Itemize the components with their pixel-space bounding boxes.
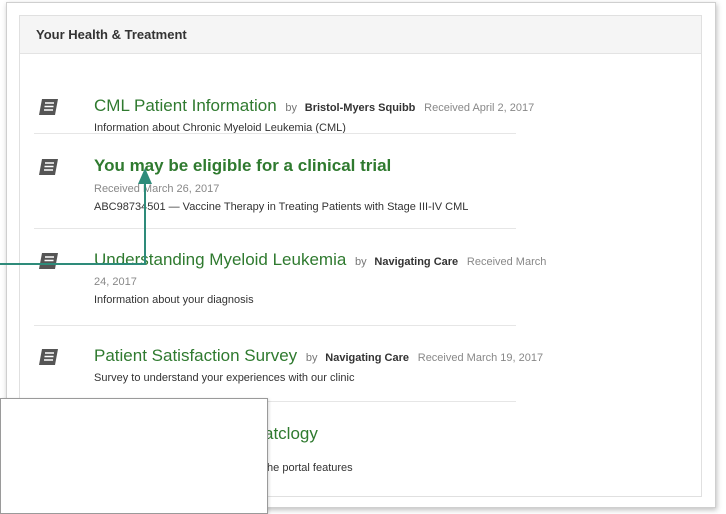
received-date: Received April 2, 2017	[424, 102, 535, 114]
item-title-link[interactable]: You may be eligible for a clinical trial	[94, 156, 391, 176]
item-description: Survey to understand your experiences wi…	[94, 372, 355, 384]
by-label: by	[285, 102, 298, 114]
divider	[34, 325, 516, 326]
item-description: Information about your diagnosis	[94, 294, 254, 306]
received-date: Received March	[466, 256, 547, 268]
item-description-partial: the portal features	[264, 462, 353, 474]
item-title-link[interactable]: Understanding Myeloid Leukemia by Naviga…	[94, 250, 546, 270]
received-date: Received March 19, 2017	[417, 352, 544, 364]
received-date-continued: 24, 2017	[94, 276, 137, 288]
divider	[34, 133, 516, 134]
list-item: Patient Satisfaction Survey by Navigatin…	[20, 334, 543, 404]
received-date: Received March 26, 2017	[94, 183, 220, 195]
item-title-text[interactable]: You may be eligible for a clinical trial	[94, 156, 391, 175]
item-title-link[interactable]: CML Patient Information by Bristol-Myers…	[94, 96, 534, 116]
list-item: CML Patient Information by Bristol-Myers…	[20, 80, 540, 140]
item-title-link[interactable]: Patient Satisfaction Survey by Navigatin…	[94, 346, 543, 366]
author-name: Bristol-Myers Squibb	[304, 102, 416, 114]
overlay-callout-box	[0, 398, 268, 514]
divider	[34, 228, 516, 229]
book-icon	[39, 159, 58, 175]
panel-header: Your Health & Treatment	[20, 16, 701, 54]
by-label: by	[355, 256, 367, 268]
panel-title: Your Health & Treatment	[36, 27, 187, 42]
book-icon	[39, 253, 58, 269]
item-description: ABC98734501 — Vaccine Therapy in Treatin…	[94, 201, 469, 213]
item-title-text[interactable]: Understanding Myeloid Leukemia	[94, 250, 346, 269]
book-icon	[39, 349, 58, 365]
list-item: You may be eligible for a clinical trial…	[20, 148, 540, 228]
list-item: Understanding Myeloid Leukemia by Naviga…	[20, 234, 546, 324]
item-title-partial[interactable]: atclogy	[264, 424, 318, 444]
author-name: Navigating Care	[374, 256, 459, 268]
book-icon	[39, 99, 58, 115]
item-title-text[interactable]: Patient Satisfaction Survey	[94, 346, 297, 365]
by-label: by	[305, 352, 318, 364]
item-title-text[interactable]: CML Patient Information	[94, 96, 277, 115]
author-name: Navigating Care	[325, 352, 410, 364]
